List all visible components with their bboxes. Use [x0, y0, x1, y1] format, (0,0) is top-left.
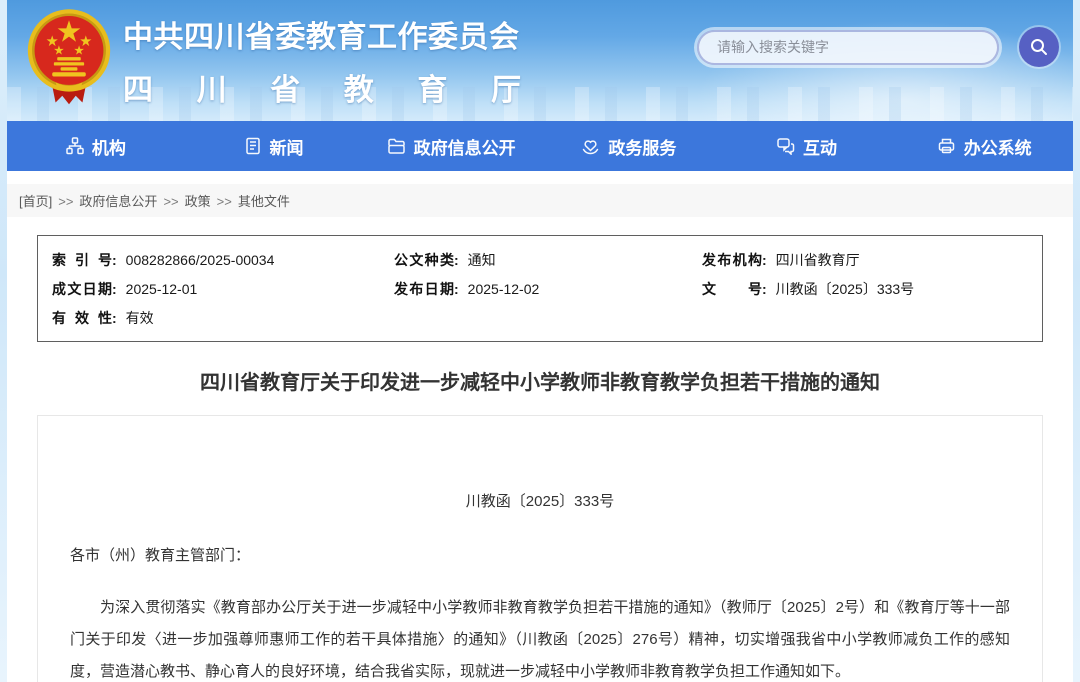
- nav-item-services[interactable]: 政务服务: [540, 121, 718, 171]
- nav-item-news[interactable]: 新闻: [185, 121, 363, 171]
- nav-label: 办公系统: [964, 134, 1032, 159]
- meta-value: 通知: [468, 252, 496, 268]
- office-system-icon: [937, 137, 956, 155]
- site-banner: 中共四川省委教育工作委员会 四川省教育厅: [7, 0, 1073, 121]
- meta-validity: 有效性:有效: [52, 304, 394, 333]
- nav-item-org[interactable]: 机构: [7, 121, 185, 171]
- salutation-line: 各市（州）教育主管部门：: [70, 544, 1010, 565]
- meta-issuing-agency: 发布机构:四川省教育厅: [702, 246, 1028, 275]
- nav-label: 政务服务: [608, 134, 676, 159]
- meta-label: 索引号: [52, 246, 112, 275]
- meta-label: 文号: [702, 275, 762, 304]
- article-content-box: 川教函〔2025〕333号 各市（州）教育主管部门： 为深入贯彻落实《教育部办公…: [37, 415, 1043, 682]
- org-name-department: 四川省教育厅: [123, 65, 521, 109]
- meta-label: 成文日期: [52, 275, 112, 304]
- document-meta-table: 索引号:008282866/2025-00034 公文种类:通知 发布机构:四川…: [37, 235, 1043, 342]
- meta-label: 发布机构: [702, 246, 762, 275]
- info-disclosure-icon: [387, 137, 406, 155]
- breadcrumb-policy-link[interactable]: 政策: [185, 194, 211, 209]
- search-button[interactable]: [1019, 27, 1059, 67]
- nav-item-info-disclosure[interactable]: 政府信息公开: [362, 121, 540, 171]
- meta-label: 公文种类: [394, 246, 454, 275]
- nav-item-interaction[interactable]: 互动: [718, 121, 896, 171]
- breadcrumb-separator: >>: [163, 194, 178, 209]
- nav-label: 政府信息公开: [414, 134, 516, 159]
- meta-value: 有效: [126, 310, 154, 326]
- org-name-committee: 中共四川省委教育工作委员会: [123, 12, 521, 56]
- meta-value: 川教函〔2025〕333号: [776, 281, 915, 297]
- meta-document-type: 公文种类:通知: [394, 246, 702, 275]
- meta-publish-date: 发布日期:2025-12-02: [394, 275, 702, 304]
- meta-value: 2025-12-01: [126, 281, 198, 297]
- service-heart-icon: [581, 137, 600, 155]
- nav-label: 新闻: [270, 134, 304, 159]
- meta-written-date: 成文日期:2025-12-01: [52, 275, 394, 304]
- nav-label: 机构: [92, 134, 126, 159]
- article-paragraph: 为深入贯彻落实《教育部办公厅关于进一步减轻中小学教师非教育教学负担若干措施的通知…: [70, 592, 1010, 682]
- page-container: 中共四川省委教育工作委员会 四川省教育厅 机构: [7, 0, 1073, 682]
- breadcrumb-separator: >>: [217, 194, 232, 209]
- site-titles: 中共四川省委教育工作委员会 四川省教育厅: [123, 12, 521, 109]
- news-icon: [244, 137, 262, 155]
- breadcrumb-other-docs-link[interactable]: 其他文件: [238, 194, 290, 209]
- chat-bubbles-icon: [776, 137, 795, 155]
- search-input[interactable]: [697, 30, 999, 65]
- national-emblem-icon: [27, 8, 111, 108]
- breadcrumb-info-disclosure-link[interactable]: 政府信息公开: [79, 194, 157, 209]
- org-chart-icon: [66, 137, 84, 155]
- meta-value: 2025-12-02: [468, 281, 540, 297]
- breadcrumb: [首页] >> 政府信息公开 >> 政策 >> 其他文件: [7, 184, 1073, 217]
- meta-label: 发布日期: [394, 275, 454, 304]
- breadcrumb-separator: >>: [58, 194, 73, 209]
- page-title: 四川省教育厅关于印发进一步减轻中小学教师非教育教学负担若干措施的通知: [7, 366, 1073, 395]
- main-nav: 机构 新闻 政府信息公开: [7, 121, 1073, 171]
- search-area: [697, 27, 1059, 67]
- document-number-line: 川教函〔2025〕333号: [70, 490, 1010, 511]
- nav-item-office-system[interactable]: 办公系统: [895, 121, 1073, 171]
- nav-label: 互动: [803, 134, 837, 159]
- search-icon: [1029, 37, 1049, 57]
- meta-document-number: 文号:川教函〔2025〕333号: [702, 275, 1028, 304]
- meta-index-number: 索引号:008282866/2025-00034: [52, 246, 394, 275]
- meta-value: 四川省教育厅: [776, 252, 860, 268]
- meta-value: 008282866/2025-00034: [126, 252, 275, 268]
- meta-label: 有效性: [52, 304, 112, 333]
- breadcrumb-home-link[interactable]: [首页]: [19, 194, 52, 209]
